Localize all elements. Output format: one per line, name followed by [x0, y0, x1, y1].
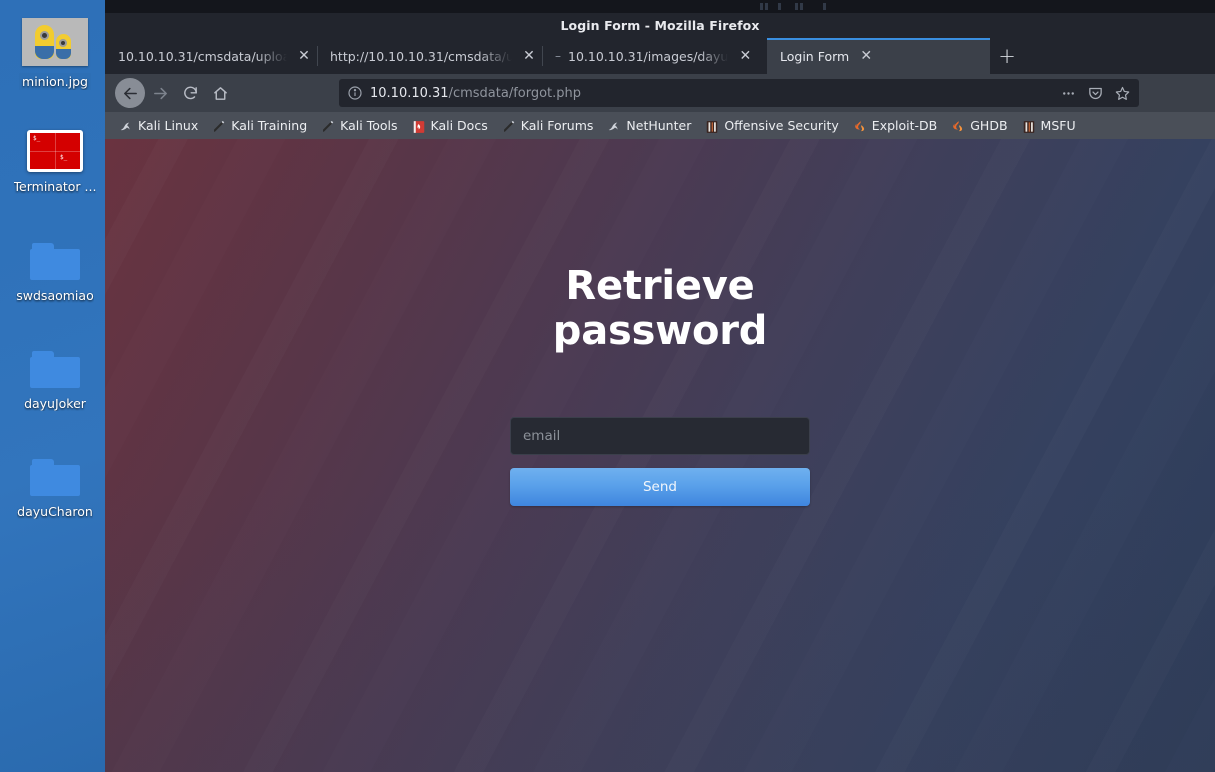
page-viewport: Retrieve password Send	[105, 139, 1215, 772]
bookmark-label: GHDB	[970, 118, 1008, 133]
desktop-icon-label: Terminator ...	[13, 179, 97, 194]
bookmark-msfu[interactable]: MSFU	[1016, 116, 1082, 135]
window-top-strip	[105, 0, 1215, 13]
url-path: /cmsdata/forgot.php	[448, 85, 582, 101]
tab-cmsdata-uploads[interactable]: 10.10.10.31/cmsdata/upload ✕	[105, 38, 317, 74]
new-tab-button[interactable]: +	[990, 38, 1024, 74]
pocket-icon[interactable]	[1087, 85, 1104, 102]
offsec-icon	[1022, 119, 1036, 133]
terminator-prompt-2: $_	[60, 154, 68, 161]
tab-cmsdata-http[interactable]: http://10.10.10.31/cmsdata/u ✕	[317, 38, 542, 74]
url-bar[interactable]: 10.10.10.31/cmsdata/forgot.php	[339, 79, 1139, 107]
image-thumbnail-icon	[22, 18, 88, 66]
desktop-icon-terminator[interactable]: $_ $_ Terminator ...	[0, 130, 110, 194]
folder-icon	[30, 351, 80, 389]
bookmark-kali-forums[interactable]: Kali Forums	[496, 116, 600, 135]
bookmark-star-icon[interactable]	[1114, 85, 1131, 102]
kali-dragon-icon	[607, 119, 621, 133]
bookmark-label: NetHunter	[626, 118, 692, 133]
tab-label: Login Form	[780, 48, 850, 64]
flame-icon	[853, 119, 867, 133]
pen-icon	[212, 119, 226, 133]
bookmark-label: Kali Linux	[138, 118, 199, 133]
close-icon[interactable]: ✕	[857, 47, 875, 65]
tab-label: http://10.10.10.31/cmsdata/u	[330, 48, 512, 64]
desktop-icon-dayucharon[interactable]: dayuCharon	[0, 459, 110, 519]
window-titlebar: Login Form - Mozilla Firefox	[105, 13, 1215, 38]
navigation-toolbar: 10.10.10.31/cmsdata/forgot.php	[105, 74, 1215, 112]
desktop-icon-dayujoker[interactable]: dayuJoker	[0, 351, 110, 411]
url-text: 10.10.10.31/cmsdata/forgot.php	[370, 86, 581, 101]
bookmark-exploit-db[interactable]: Exploit-DB	[847, 116, 943, 135]
page-title: Retrieve password	[552, 263, 768, 354]
kali-docs-icon	[412, 119, 426, 133]
desktop-background: minion.jpg $_ $_ Terminator ... swdsaomi…	[0, 0, 110, 772]
bookmark-nethunter[interactable]: NetHunter	[601, 116, 697, 135]
folder-icon	[30, 243, 80, 281]
bookmark-offensive-security[interactable]: Offensive Security	[699, 116, 844, 135]
bookmark-kali-training[interactable]: Kali Training	[206, 116, 313, 135]
page-info-icon[interactable]	[347, 85, 363, 101]
desktop-icon-label: swdsaomiao	[16, 288, 94, 303]
tab-strip: 10.10.10.31/cmsdata/upload ✕ http://10.1…	[105, 38, 1215, 74]
reload-icon[interactable]	[175, 78, 205, 108]
desktop-icon-label: dayuCharon	[17, 504, 93, 519]
terminator-icon: $_ $_	[27, 130, 83, 172]
bookmark-label: Kali Tools	[340, 118, 398, 133]
retrieve-password-form: Retrieve password Send	[105, 139, 1215, 772]
folder-icon	[30, 459, 80, 497]
bookmark-kali-tools[interactable]: Kali Tools	[315, 116, 403, 135]
terminator-prompt-1: $_	[33, 135, 41, 142]
email-field[interactable]	[510, 417, 810, 455]
url-host: 10.10.10.31	[370, 85, 449, 101]
firefox-window: Login Form - Mozilla Firefox 10.10.10.31…	[105, 0, 1215, 772]
tab-label: 10.10.10.31/images/dayu	[568, 48, 729, 64]
close-icon[interactable]: ✕	[736, 47, 754, 65]
desktop-icon-label: dayuJoker	[24, 396, 86, 411]
close-icon[interactable]: ✕	[520, 47, 538, 65]
kali-dragon-icon	[119, 119, 133, 133]
bookmark-label: MSFU	[1040, 118, 1076, 133]
screen: minion.jpg $_ $_ Terminator ... swdsaomi…	[0, 0, 1215, 772]
window-title: Login Form - Mozilla Firefox	[560, 18, 760, 33]
pen-icon	[321, 119, 335, 133]
bookmark-ghdb[interactable]: GHDB	[945, 116, 1013, 135]
offsec-icon	[705, 119, 719, 133]
back-icon[interactable]	[115, 78, 145, 108]
close-icon[interactable]: ✕	[295, 47, 313, 65]
mute-icon[interactable]: –	[555, 50, 561, 62]
bookmark-label: Kali Forums	[520, 118, 594, 133]
flame-icon	[951, 119, 965, 133]
bookmark-kali-docs[interactable]: Kali Docs	[406, 116, 494, 135]
tab-images-dayu[interactable]: – 10.10.10.31/images/dayu ✕	[542, 38, 767, 74]
desktop-icon-label: minion.jpg	[19, 73, 91, 90]
send-button[interactable]: Send	[510, 468, 810, 506]
forward-icon	[145, 78, 175, 108]
tab-login-form[interactable]: Login Form ✕	[767, 38, 990, 74]
bookmark-label: Kali Docs	[430, 118, 488, 133]
page-actions-icon[interactable]	[1060, 85, 1077, 102]
bookmark-kali-linux[interactable]: Kali Linux	[113, 116, 204, 135]
home-icon[interactable]	[205, 78, 235, 108]
bookmark-label: Exploit-DB	[871, 118, 938, 133]
pen-icon	[502, 119, 516, 133]
tab-label: 10.10.10.31/cmsdata/upload	[118, 48, 287, 64]
bookmark-label: Kali Training	[231, 118, 308, 133]
bookmark-label: Offensive Security	[724, 118, 839, 133]
bookmarks-bar: Kali Linux Kali Training Kali Tools Kali…	[105, 112, 1215, 139]
desktop-icon-swdsaomiao[interactable]: swdsaomiao	[0, 243, 110, 303]
desktop-icon-minion[interactable]: minion.jpg	[0, 18, 110, 90]
